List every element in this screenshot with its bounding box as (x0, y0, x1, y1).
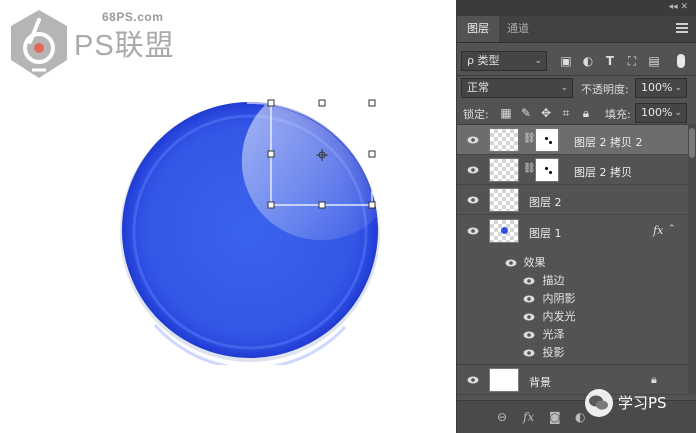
layer-name: 背景 (529, 376, 551, 389)
transform-bounding-box[interactable] (0, 0, 456, 433)
tab-channels[interactable]: 通道 (497, 16, 539, 42)
add-style-icon[interactable]: fx (523, 410, 534, 424)
image-filter-icon[interactable]: ▣ (559, 54, 573, 68)
layer-name: 图层 2 拷贝 (574, 166, 632, 179)
visibility-eye-icon[interactable] (523, 347, 535, 359)
artboard-lock-icon[interactable]: ⌗ (559, 106, 573, 120)
visibility-eye-icon[interactable] (523, 311, 535, 323)
layer-row-layer1[interactable]: 图层 1 fx ⌃ (457, 215, 689, 247)
filter-toggle[interactable] (677, 54, 685, 68)
layer-name: 图层 2 (529, 196, 562, 209)
visibility-eye-icon[interactable] (467, 374, 479, 386)
chevron-down-icon: ⌄ (560, 83, 568, 93)
fill-value: 100% (641, 106, 673, 119)
lock-all-icon[interactable]: 🔒︎ (579, 106, 593, 120)
layer-thumbnail (489, 188, 519, 212)
layer-mask-thumbnail[interactable] (535, 158, 559, 182)
link-chain-icon[interactable]: ⛓ (523, 163, 536, 174)
effect-item[interactable]: 投影 (523, 344, 565, 362)
visibility-eye-icon[interactable] (467, 134, 479, 146)
layers-panel: ◂◂ ✕ 图层 通道 ρ 类型 ⌄ ▣ ◐ T ⛶ ▤ 正常 ⌄ 不透明度: 1… (456, 0, 696, 433)
layer-name: 图层 2 拷贝 2 (574, 136, 643, 149)
effects-label: 效果 (523, 256, 546, 269)
layer-mask-thumbnail[interactable] (535, 128, 559, 152)
effect-item[interactable]: 内发光 (523, 308, 576, 326)
lock-transparent-icon[interactable]: ▦ (499, 106, 513, 120)
effect-name: 投影 (542, 346, 565, 359)
fill-label: 填充: (605, 108, 631, 121)
opacity-label: 不透明度: (581, 83, 629, 96)
transform-handle (368, 201, 376, 209)
opacity-value: 100% (641, 81, 673, 94)
watermark-text: 学习PS (618, 394, 667, 412)
layer-row-background[interactable]: 背景 🔒︎ (457, 365, 689, 395)
layer-thumbnail (489, 219, 519, 243)
chevron-down-icon: ⌄ (674, 108, 682, 118)
visibility-eye-icon[interactable] (467, 225, 479, 237)
fill-input[interactable]: 100% ⌄ (635, 103, 687, 123)
panel-menu-icon[interactable] (676, 23, 688, 33)
shape-filter-icon[interactable]: ⛶ (625, 54, 639, 68)
layer-name: 图层 1 (529, 227, 562, 240)
lock-position-icon[interactable]: ✥ (539, 106, 553, 120)
filter-label: ρ 类型 (467, 54, 500, 67)
layer-row-layer2-copy2[interactable]: ⛓ 图层 2 拷贝 2 (457, 125, 689, 155)
reference-point-icon (316, 149, 328, 161)
effect-name: 描边 (542, 274, 565, 287)
effects-group[interactable]: 效果 (505, 254, 546, 272)
effect-name: 光泽 (542, 328, 565, 341)
collapse-panel-icon[interactable]: ◂◂ ✕ (669, 2, 688, 12)
panel-top-strip: ◂◂ ✕ (457, 0, 696, 16)
transform-handle (267, 201, 275, 209)
transform-handle (267, 99, 275, 107)
visibility-eye-icon[interactable] (523, 275, 535, 287)
chevron-down-icon: ⌄ (674, 83, 682, 93)
wechat-watermark-icon (584, 388, 614, 422)
transform-handle (318, 201, 326, 209)
type-filter-icon[interactable]: T (603, 54, 617, 68)
link-layers-icon[interactable]: ⊖ (497, 410, 507, 424)
transform-handle (267, 150, 275, 158)
layer-thumbnail (489, 368, 519, 392)
blend-mode-select[interactable]: 正常 ⌄ (461, 78, 573, 98)
adjustment-filter-icon[interactable]: ◐ (581, 54, 595, 68)
blend-mode-value: 正常 (467, 81, 489, 94)
visibility-eye-icon[interactable] (467, 164, 479, 176)
visibility-eye-icon[interactable] (467, 194, 479, 206)
layer-filter-select[interactable]: ρ 类型 ⌄ (461, 51, 547, 71)
transform-handle (368, 150, 376, 158)
effect-item[interactable]: 光泽 (523, 326, 565, 344)
effect-item[interactable]: 内阴影 (523, 290, 576, 308)
add-mask-icon[interactable]: ◙ (549, 410, 561, 424)
transform-handle (318, 99, 326, 107)
visibility-eye-icon[interactable] (523, 293, 535, 305)
fx-badge[interactable]: fx (653, 224, 663, 237)
collapse-effects-icon[interactable]: ⌃ (668, 224, 676, 234)
lock-image-icon[interactable]: ✎ (519, 106, 533, 120)
layer-thumbnail (489, 128, 519, 152)
layers-scrollbar[interactable] (688, 124, 696, 394)
document-canvas[interactable]: 68PS.com PS联盟 (0, 0, 456, 433)
tab-layers[interactable]: 图层 (457, 16, 499, 42)
opacity-input[interactable]: 100% ⌄ (635, 78, 687, 98)
smart-object-filter-icon[interactable]: ▤ (647, 54, 661, 68)
visibility-eye-icon[interactable] (523, 329, 535, 341)
transform-handle (368, 99, 376, 107)
layer-thumbnail (489, 158, 519, 182)
lock-icon: 🔒︎ (651, 373, 657, 386)
visibility-eye-icon[interactable] (505, 257, 517, 269)
link-chain-icon[interactable]: ⛓ (523, 133, 536, 144)
scrollbar-thumb[interactable] (689, 128, 695, 158)
lock-label: 锁定: (463, 108, 489, 121)
effect-name: 内阴影 (542, 292, 576, 305)
panel-tabs: 图层 通道 (457, 16, 696, 43)
layer-row-layer2[interactable]: 图层 2 (457, 185, 689, 215)
effect-item[interactable]: 描边 (523, 272, 565, 290)
layer-row-layer2-copy[interactable]: ⛓ 图层 2 拷贝 (457, 155, 689, 185)
effect-name: 内发光 (542, 310, 576, 323)
chevron-down-icon: ⌄ (534, 56, 542, 66)
